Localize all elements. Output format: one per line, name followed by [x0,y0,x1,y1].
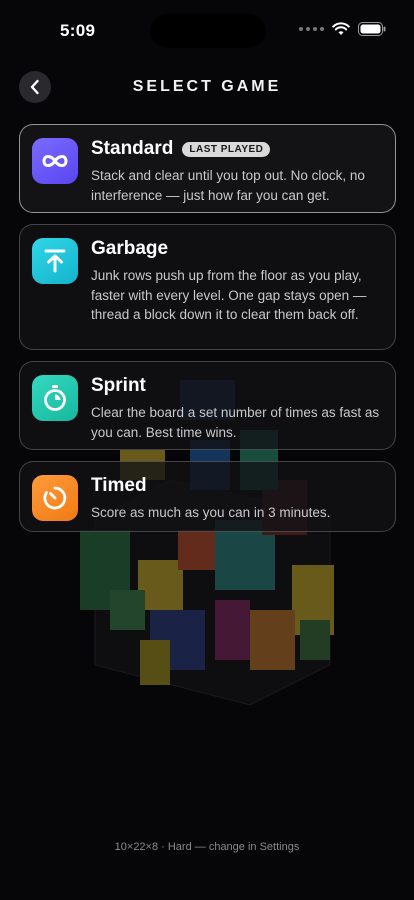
dynamic-island [150,14,266,48]
mode-title-timed: Timed [91,475,147,496]
mode-icon-timed [32,475,78,521]
last-played-badge: LAST PLAYED [182,141,271,157]
mode-card-sprint[interactable]: Sprint Clear the board a set number of t… [19,361,396,450]
page-title: SELECT GAME [132,78,282,95]
mode-desc-garbage: Junk rows push up from the floor as you … [91,268,367,322]
arrow-up-to-line-icon [44,249,66,273]
mode-desc-timed: Score as much as you can in 3 minutes. [91,505,331,520]
status-bar: 5:09 [0,0,414,60]
mode-card-garbage[interactable]: Garbage Junk rows push up from the floor… [19,224,396,350]
battery-icon [358,22,386,36]
timer-icon [43,486,67,510]
cellular-signal-icon [299,27,324,31]
settings-footer-note: 10×22×8 · Hard — change in Settings [114,841,300,853]
infinity-icon [42,155,68,167]
mode-icon-standard [32,138,78,184]
mode-title-garbage: Garbage [91,238,169,259]
wifi-icon [332,22,350,35]
mode-icon-garbage [32,238,78,284]
mode-icon-sprint [32,375,78,421]
mode-card-timed[interactable]: Timed Score as much as you can in 3 minu… [19,461,396,532]
mode-title-standard: Standard [91,138,174,159]
mode-card-standard[interactable]: Standard LAST PLAYED Stack and clear unt… [19,124,396,213]
mode-desc-standard: Stack and clear until you top out. No cl… [91,168,365,203]
mode-desc-sprint: Clear the board a set number of times as… [91,405,380,440]
status-icons [299,22,386,36]
status-time: 5:09 [60,21,96,40]
mode-title-sprint: Sprint [91,375,146,396]
stopwatch-icon [44,385,66,411]
